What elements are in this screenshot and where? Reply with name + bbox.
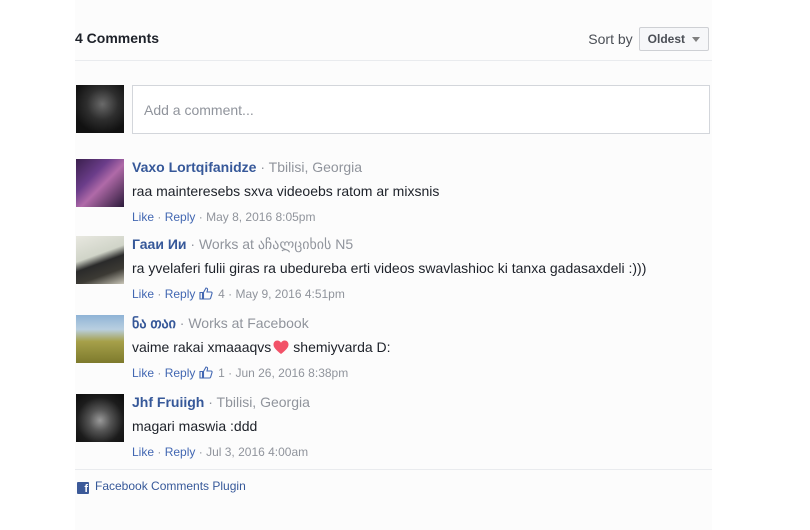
- comment-author-meta: Tbilisi, Georgia: [268, 159, 363, 175]
- thumbs-up-icon: [199, 366, 213, 379]
- separator: ·: [198, 445, 207, 459]
- comment-author[interactable]: Vaxo Lortqifanidze: [132, 159, 256, 175]
- separator: ·: [157, 287, 165, 301]
- like-count: 1: [218, 366, 225, 380]
- comment-body: Jhf Fruiigh · Tbilisi, Georgia magari ma…: [132, 394, 712, 460]
- comment-body: Гааи Ии · Works at აჩალციხის N5 ra yvela…: [132, 236, 712, 302]
- like-link[interactable]: Like: [132, 445, 154, 459]
- add-comment-input[interactable]: [132, 85, 710, 134]
- comment-timestamp[interactable]: May 9, 2016 4:51pm: [235, 287, 344, 301]
- reply-link[interactable]: Reply: [165, 210, 196, 224]
- sort-label: Sort by: [588, 31, 633, 47]
- facebook-logo-icon: f: [77, 482, 89, 494]
- comments-plugin: 4 Comments Sort by Oldest Vaxo Lortqifan…: [75, 0, 712, 530]
- plugin-footer: f Facebook Comments Plugin: [75, 469, 712, 494]
- separator: ·: [260, 159, 269, 175]
- separator: ·: [208, 394, 217, 410]
- avatar[interactable]: [76, 236, 124, 284]
- heart-emoji-icon: [273, 340, 289, 354]
- comment-header-line: ნა თაი · Works at Facebook: [132, 315, 712, 331]
- reply-link[interactable]: Reply: [165, 366, 196, 380]
- comment-text: magari maswia :ddd: [132, 418, 258, 434]
- thumbs-up-icon: [199, 287, 213, 300]
- comment-body: ნა თაი · Works at Facebook vaime rakai x…: [132, 315, 712, 381]
- comment-author[interactable]: Гааи Ии: [132, 236, 187, 252]
- comment-header-line: Гааи Ии · Works at აჩალციხის N5: [132, 236, 712, 252]
- like-link[interactable]: Like: [132, 210, 154, 224]
- chevron-down-icon: [692, 36, 700, 42]
- comment-text: raa mainteresebs sxva videoebs ratom ar …: [132, 183, 440, 199]
- comment-text: vaime rakai xmaaaqvs shemiyvarda D:: [132, 338, 712, 356]
- separator: ·: [190, 236, 199, 252]
- comment-actions: Like · Reply 1 · Jun 26, 2016 8:38pm: [132, 365, 712, 381]
- reply-link[interactable]: Reply: [165, 287, 196, 301]
- comment-actions: Like · Reply · May 8, 2016 8:05pm: [132, 209, 712, 225]
- avatar[interactable]: [76, 394, 124, 442]
- comment-timestamp[interactable]: May 8, 2016 8:05pm: [206, 210, 315, 224]
- comment-actions: Like · Reply 4 · May 9, 2016 4:51pm: [132, 286, 712, 302]
- comment-timestamp[interactable]: Jul 3, 2016 4:00am: [206, 445, 308, 459]
- facebook-comments-plugin-link[interactable]: Facebook Comments Plugin: [95, 479, 246, 493]
- sort-dropdown[interactable]: Oldest: [638, 27, 709, 51]
- comment-author[interactable]: Jhf Fruiigh: [132, 394, 204, 410]
- avatar[interactable]: [76, 159, 124, 207]
- comment-author-meta: Works at აჩალციხის N5: [198, 236, 354, 252]
- comment-text-before: vaime rakai xmaaaqvs: [132, 339, 272, 355]
- separator: ·: [157, 445, 165, 459]
- comment-text-after: shemiyvarda D:: [293, 339, 391, 355]
- comment-count: 4 Comments: [75, 30, 160, 46]
- current-user-avatar: [76, 85, 124, 133]
- sort-control: Sort by Oldest: [588, 27, 709, 51]
- comment-header-line: Jhf Fruiigh · Tbilisi, Georgia: [132, 394, 712, 410]
- comment-timestamp[interactable]: Jun 26, 2016 8:38pm: [235, 366, 348, 380]
- comment-text: ra yvelaferi fulii giras ra ubedureba er…: [132, 260, 647, 276]
- sort-value: Oldest: [647, 32, 685, 46]
- avatar[interactable]: [76, 315, 124, 363]
- like-count: 4: [218, 287, 225, 301]
- reply-link[interactable]: Reply: [165, 445, 196, 459]
- comment-author-meta: Tbilisi, Georgia: [216, 394, 310, 410]
- comment-author-meta: Works at Facebook: [188, 315, 309, 331]
- separator: ·: [157, 210, 165, 224]
- comment-actions: Like · Reply · Jul 3, 2016 4:00am: [132, 444, 712, 460]
- separator: ·: [157, 366, 165, 380]
- comments-header: 4 Comments Sort by Oldest: [75, 0, 712, 61]
- comment-body: Vaxo Lortqifanidze · Tbilisi, Georgia ra…: [132, 159, 712, 225]
- comment-author[interactable]: ნა თაი: [132, 315, 176, 331]
- like-link[interactable]: Like: [132, 366, 154, 380]
- separator: ·: [198, 210, 207, 224]
- like-link[interactable]: Like: [132, 287, 154, 301]
- comment-header-line: Vaxo Lortqifanidze · Tbilisi, Georgia: [132, 159, 712, 175]
